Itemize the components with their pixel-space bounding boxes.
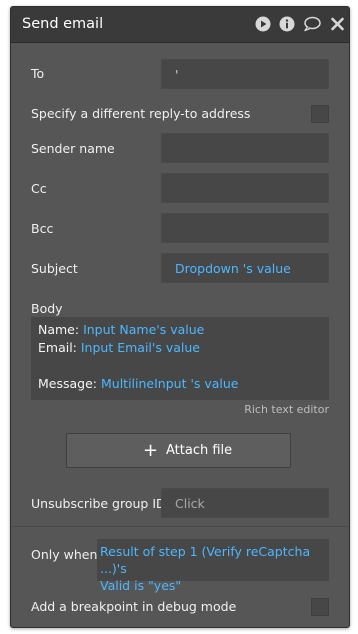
panel-title: Send email xyxy=(22,16,104,32)
breakpoint-checkbox[interactable] xyxy=(311,598,329,616)
info-icon[interactable] xyxy=(279,16,295,32)
to-label: To xyxy=(31,66,45,81)
dynamic-expression[interactable]: Input Name's value xyxy=(83,322,204,337)
reply-to-label: Specify a different reply-to address xyxy=(31,106,251,121)
body-line-name: Name: Input Name's value xyxy=(38,322,205,337)
to-field[interactable]: ' xyxy=(161,59,329,89)
reply-to-checkbox[interactable] xyxy=(311,105,329,123)
sender-name-field[interactable] xyxy=(161,133,329,163)
panel-header: Send email xyxy=(11,7,349,43)
dynamic-expression[interactable]: MultilineInput 's value xyxy=(101,376,239,391)
subject-label: Subject xyxy=(31,261,78,276)
sender-name-label: Sender name xyxy=(31,141,115,156)
body-line-message: Message: MultilineInput 's value xyxy=(38,376,239,391)
send-email-panel: Send email To ' Specify a different repl… xyxy=(10,6,350,628)
body-editor[interactable]: Name: Input Name's value Email: Input Em… xyxy=(31,317,329,400)
close-icon[interactable] xyxy=(331,16,344,32)
only-when-condition[interactable]: Result of step 1 (Verify reCaptcha ...)'… xyxy=(97,539,329,593)
dynamic-expression[interactable]: Input Email's value xyxy=(81,340,200,355)
play-icon[interactable] xyxy=(255,16,271,32)
breakpoint-label: Add a breakpoint in debug mode xyxy=(31,599,237,614)
plus-icon: + xyxy=(143,440,159,461)
bcc-field[interactable] xyxy=(161,213,329,243)
only-when-label: Only when xyxy=(31,547,98,562)
attach-file-button[interactable]: + Attach file xyxy=(66,433,291,468)
body-blank-line xyxy=(38,357,329,375)
comment-icon[interactable] xyxy=(303,16,321,32)
cc-label: Cc xyxy=(31,181,47,196)
unsubscribe-field[interactable]: Click xyxy=(161,488,329,518)
section-divider xyxy=(11,526,349,527)
body-line-email: Email: Input Email's value xyxy=(38,340,200,355)
subject-field[interactable]: Dropdown 's value xyxy=(161,253,329,283)
rich-text-editor-hint: Rich text editor xyxy=(244,403,329,416)
attach-file-label: Attach file xyxy=(166,443,233,458)
bcc-label: Bcc xyxy=(31,221,54,236)
cc-field[interactable] xyxy=(161,173,329,203)
body-label: Body xyxy=(31,301,63,316)
unsubscribe-label: Unsubscribe group ID xyxy=(31,496,166,511)
